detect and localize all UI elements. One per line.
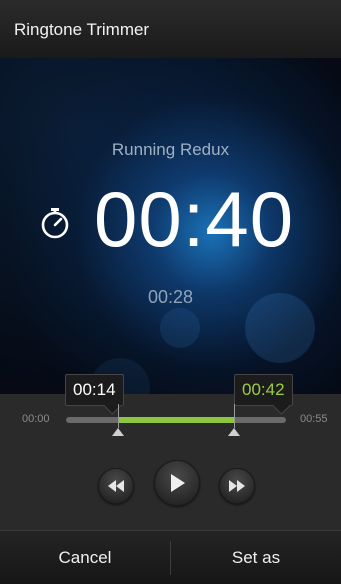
start-marker-line	[118, 404, 119, 428]
fast-forward-icon	[229, 480, 245, 492]
rewind-button[interactable]	[98, 468, 134, 504]
set-as-button[interactable]: Set as	[171, 531, 341, 584]
end-time-value: 00:42	[242, 380, 285, 399]
end-time-label: 00:42	[234, 374, 293, 415]
trim-track[interactable]	[66, 417, 286, 423]
cancel-button[interactable]: Cancel	[0, 531, 170, 584]
play-button[interactable]	[154, 460, 200, 506]
rewind-icon	[108, 480, 124, 492]
trim-duration: 00:40	[94, 175, 295, 263]
start-time-label: 00:14	[65, 374, 124, 415]
player-stage: Running Redux 00:40 00:28	[0, 58, 341, 394]
ringtone-trimmer-screen: Ringtone Trimmer Running Redux 00:40 00:…	[0, 0, 341, 584]
playback-controls	[0, 450, 341, 530]
song-title: Running Redux	[111, 140, 230, 159]
title-bar: Ringtone Trimmer	[0, 0, 341, 59]
action-bar: Cancel Set as	[0, 530, 341, 584]
end-trim-handle[interactable]	[228, 428, 240, 436]
bokeh-decoration	[160, 308, 200, 348]
track-start-time: 00:00	[22, 413, 50, 425]
app-title: Ringtone Trimmer	[14, 20, 150, 39]
trim-selection	[118, 417, 234, 423]
track-end-time: 00:55	[300, 413, 328, 425]
start-trim-handle[interactable]	[112, 428, 124, 436]
start-time-value: 00:14	[73, 380, 116, 399]
end-label-pointer	[272, 396, 291, 415]
current-position: 00:28	[147, 287, 194, 307]
trim-bar: 00:14 00:42 00:00 00:55	[0, 374, 341, 450]
fast-forward-button[interactable]	[219, 468, 255, 504]
play-icon	[171, 474, 185, 492]
end-marker-line	[234, 404, 235, 428]
stopwatch-icon	[41, 208, 69, 239]
